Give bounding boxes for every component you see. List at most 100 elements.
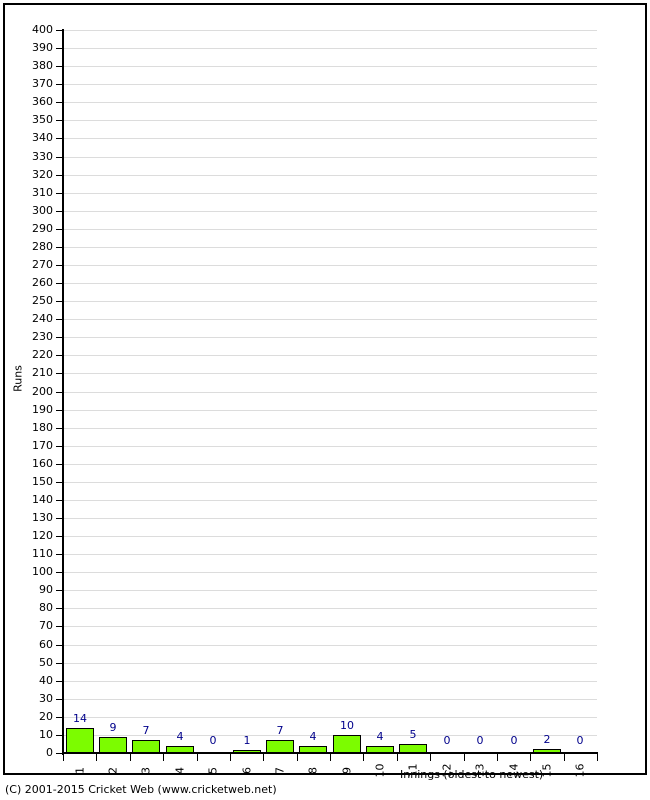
x-axis-tick (130, 754, 131, 761)
gridline (63, 626, 597, 627)
y-axis-tick-label: 310 (32, 186, 53, 199)
gridline (63, 355, 597, 356)
y-axis-tick (56, 699, 62, 700)
y-axis-tick (56, 138, 62, 139)
y-axis-tick-label: 130 (32, 511, 53, 524)
y-axis-tick (56, 102, 62, 103)
y-axis-tick (56, 410, 62, 411)
chart-page: 0 10 20 30 40 50 60 70 80 90 100 110 120 130 140 150 160… (0, 0, 650, 800)
y-axis-tick-label: 210 (32, 366, 53, 379)
y-axis-tick (56, 229, 62, 230)
y-axis-tick (56, 30, 62, 31)
y-axis-tick-label: 200 (32, 385, 53, 398)
x-axis-tick (464, 754, 465, 761)
x-axis-category-label: 2 (106, 767, 120, 774)
x-axis-category-label: 16 (573, 763, 587, 778)
y-axis-tick (56, 626, 62, 627)
gridline (63, 120, 597, 121)
x-axis-tick (530, 754, 531, 761)
x-axis-category-label: 9 (340, 767, 354, 774)
gridline (63, 265, 597, 266)
y-axis-tick (56, 84, 62, 85)
y-axis-tick-labels: 0 10 20 30 40 50 60 70 80 90 100 110 120 130 140 150 160… (0, 0, 53, 800)
bar (399, 744, 427, 753)
y-axis-tick-label: 290 (32, 222, 53, 235)
y-axis-tick-label: 100 (32, 565, 53, 578)
bar (132, 740, 160, 753)
x-axis-category-label: 7 (273, 767, 287, 774)
x-axis-tick (263, 754, 264, 761)
y-axis-tick-label: 360 (32, 95, 53, 108)
y-axis-tick (56, 157, 62, 158)
bar-value-label: 4 (309, 730, 317, 743)
y-axis-tick-label: 170 (32, 439, 53, 452)
x-axis-category-label: 4 (173, 767, 187, 774)
gridline (63, 392, 597, 393)
gridline (63, 410, 597, 411)
y-axis-tick (56, 319, 62, 320)
y-axis-tick-label: 80 (39, 601, 53, 614)
y-axis-title: Runs (11, 365, 25, 392)
y-axis-tick (56, 645, 62, 646)
gridline (63, 175, 597, 176)
y-axis-tick (56, 500, 62, 501)
x-axis-tick (197, 754, 198, 761)
y-axis-tick (56, 446, 62, 447)
gridline (63, 301, 597, 302)
y-axis-tick (56, 283, 62, 284)
gridline (63, 572, 597, 573)
y-axis-tick-label: 240 (32, 312, 53, 325)
gridline (63, 30, 597, 31)
x-axis-tick (397, 754, 398, 761)
y-axis-tick (56, 373, 62, 374)
y-axis-tick (56, 247, 62, 248)
y-axis-tick (56, 608, 62, 609)
gridline (63, 48, 597, 49)
y-axis-tick (56, 536, 62, 537)
bar (233, 750, 261, 753)
y-axis-tick (56, 554, 62, 555)
y-axis-tick-label: 110 (32, 547, 53, 560)
y-axis-tick (56, 265, 62, 266)
x-axis-tick (96, 754, 97, 761)
gridline (63, 337, 597, 338)
y-axis-tick-label: 120 (32, 529, 53, 542)
gridline (63, 536, 597, 537)
y-axis-tick-label: 370 (32, 77, 53, 90)
gridline (63, 138, 597, 139)
bar (366, 746, 394, 753)
bar (266, 740, 294, 753)
y-axis-tick-label: 340 (32, 131, 53, 144)
x-axis-tick (163, 754, 164, 761)
x-axis-category-label: 3 (139, 767, 153, 774)
gridline (63, 229, 597, 230)
gridline (63, 608, 597, 609)
bar (99, 737, 127, 753)
gridline (63, 699, 597, 700)
gridline (63, 84, 597, 85)
y-axis-tick-label: 280 (32, 240, 53, 253)
y-axis-tick-label: 40 (39, 674, 53, 687)
y-axis-tick-label: 250 (32, 294, 53, 307)
x-axis-category-label: 8 (306, 767, 320, 774)
gridline (63, 717, 597, 718)
bar (166, 746, 194, 753)
y-axis-tick-label: 350 (32, 113, 53, 126)
x-axis-tick (497, 754, 498, 761)
y-axis-tick-label: 160 (32, 457, 53, 470)
y-axis-tick (56, 663, 62, 664)
x-axis-tick (564, 754, 565, 761)
y-axis-tick-label: 390 (32, 41, 53, 54)
gridline (63, 482, 597, 483)
x-axis-tick (297, 754, 298, 761)
bar-value-label: 10 (340, 719, 354, 732)
y-axis-tick (56, 464, 62, 465)
x-axis-category-label: 10 (373, 763, 387, 778)
y-axis-tick (56, 337, 62, 338)
y-axis-tick (56, 48, 62, 49)
y-axis-tick-label: 230 (32, 330, 53, 343)
x-axis-tick (597, 754, 598, 761)
gridline (63, 681, 597, 682)
bar (299, 746, 327, 753)
gridline (63, 554, 597, 555)
